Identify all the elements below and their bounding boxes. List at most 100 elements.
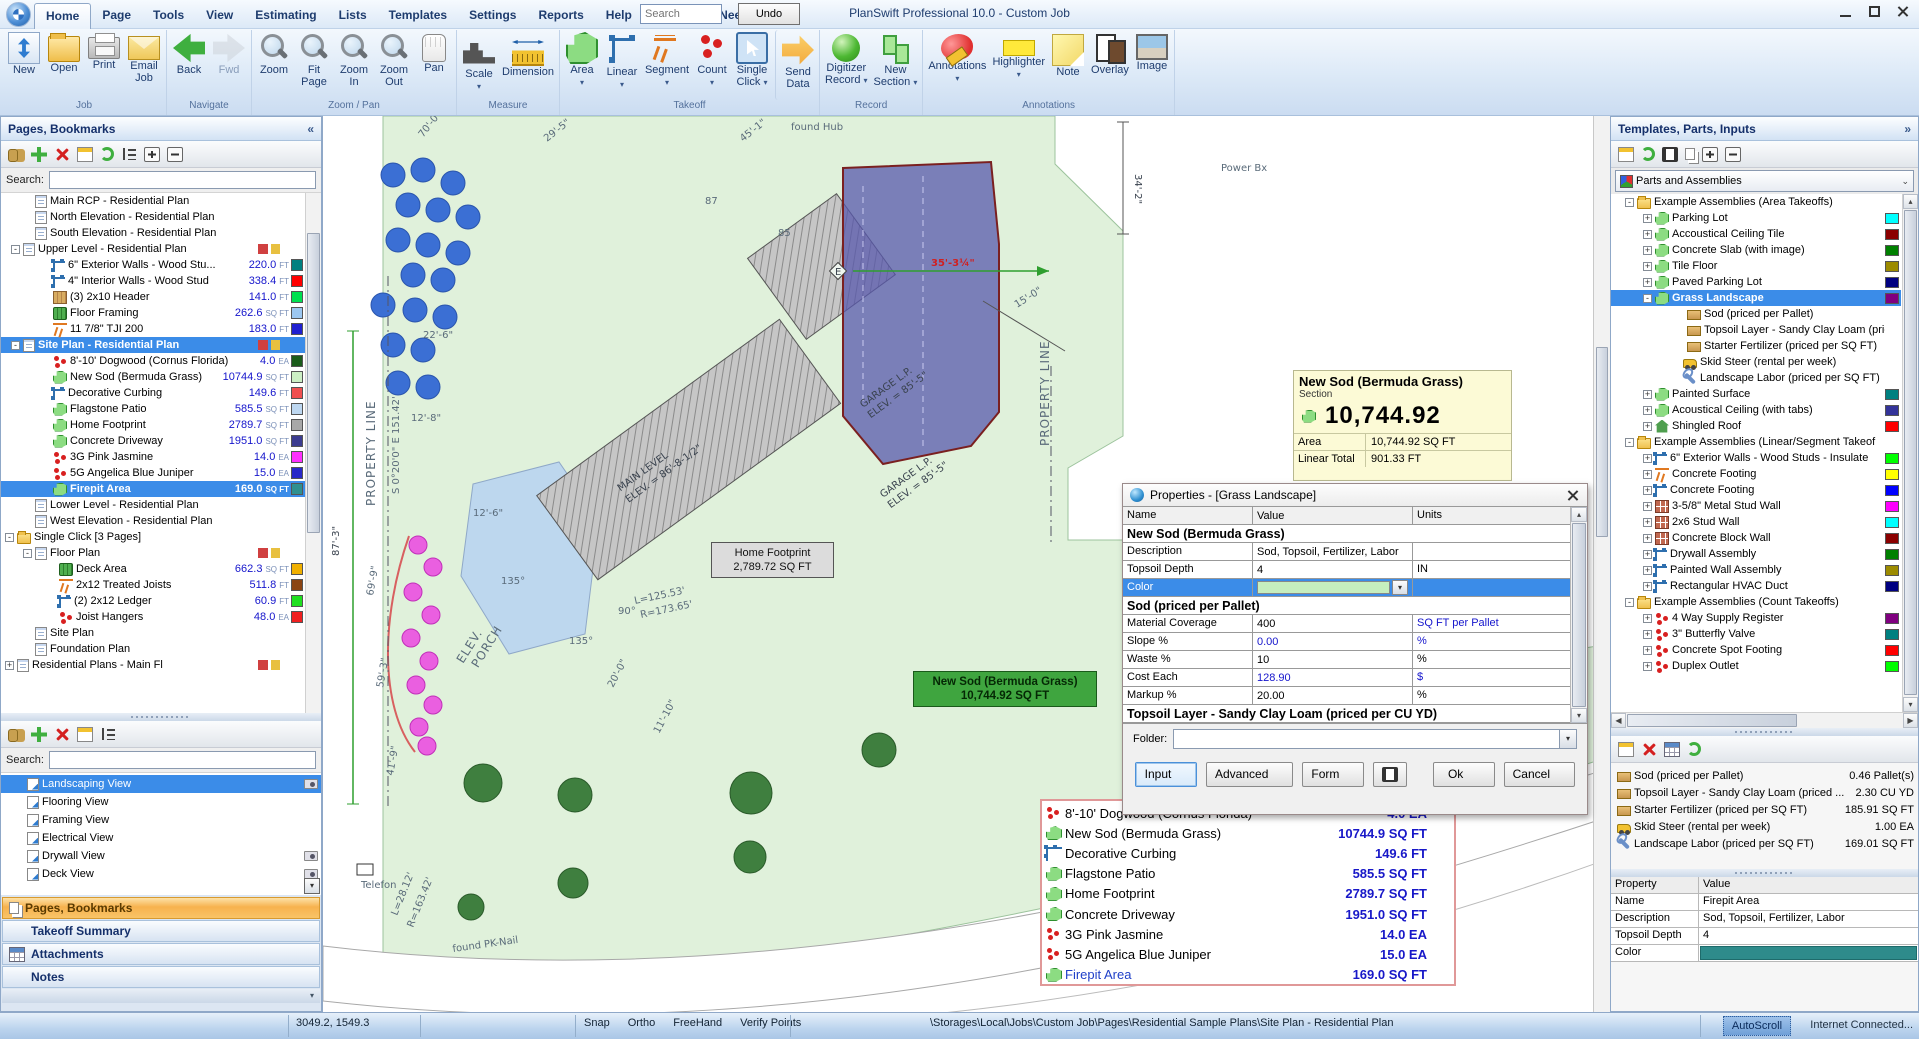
scroll-left-icon[interactable]: ◀ bbox=[1611, 713, 1626, 728]
expander-icon[interactable]: - bbox=[23, 549, 32, 558]
dialog-close-icon[interactable] bbox=[1566, 488, 1580, 502]
property-value[interactable]: 0.00 bbox=[1253, 633, 1413, 650]
color-chip[interactable] bbox=[291, 467, 303, 479]
ribbon-button[interactable]: Overlay bbox=[1088, 30, 1132, 100]
expander-icon[interactable]: + bbox=[1643, 614, 1652, 623]
tree-item[interactable]: Main RCP - Residential Plan bbox=[1, 193, 305, 209]
expander-icon[interactable]: + bbox=[5, 661, 14, 670]
toolbar-icon[interactable] bbox=[1641, 742, 1657, 757]
folder-combobox[interactable]: ▾ bbox=[1173, 729, 1577, 749]
color-chip[interactable] bbox=[291, 323, 303, 335]
tree-item[interactable]: - Example Assemblies (Count Takeoffs) bbox=[1611, 594, 1901, 610]
dialog-button[interactable]: Advanced bbox=[1206, 762, 1293, 787]
tree-item[interactable]: (2) 2x12 Ledger 60.9 FT bbox=[1, 593, 305, 609]
expander-icon[interactable]: - bbox=[5, 533, 14, 542]
bookmark-flags-icon[interactable] bbox=[258, 660, 282, 670]
toolbar-icon[interactable] bbox=[1687, 742, 1701, 756]
color-chip[interactable] bbox=[291, 435, 303, 447]
tree-item[interactable]: Landscape Labor (priced per SQ FT) bbox=[1611, 370, 1901, 386]
legend-row[interactable]: Firepit Area 169.0 SQ FT bbox=[1046, 965, 1450, 985]
dialog-button[interactable]: Ok bbox=[1433, 762, 1495, 787]
stack-panel-button[interactable]: Attachments bbox=[2, 943, 320, 965]
tree-item[interactable]: + Acoustical Ceiling (with tabs) bbox=[1611, 402, 1901, 418]
tree-item[interactable]: + Drywall Assembly bbox=[1611, 546, 1901, 562]
tree-item[interactable]: + Painted Surface bbox=[1611, 386, 1901, 402]
color-chip[interactable] bbox=[1885, 581, 1899, 592]
tree-item[interactable]: - Grass Landscape bbox=[1611, 290, 1901, 306]
tree-item[interactable]: Joist Hangers 48.0 EA bbox=[1, 609, 305, 625]
legend-row[interactable]: New Sod (Bermuda Grass) 10744.9 SQ FT bbox=[1046, 823, 1450, 843]
property-value[interactable]: 128.90 bbox=[1253, 669, 1413, 686]
legend-row[interactable]: Concrete Driveway 1951.0 SQ FT bbox=[1046, 904, 1450, 924]
tree-item[interactable]: + Tile Floor bbox=[1611, 258, 1901, 274]
color-chip[interactable] bbox=[1885, 277, 1899, 288]
color-chip[interactable] bbox=[1885, 517, 1899, 528]
expander-icon[interactable]: + bbox=[1643, 534, 1652, 543]
property-value[interactable]: 20.00 bbox=[1253, 687, 1413, 704]
tree-item[interactable]: + Parking Lot bbox=[1611, 210, 1901, 226]
tree-item[interactable]: Floor Framing 262.6 SQ FT bbox=[1, 305, 305, 321]
tree-item[interactable]: Site Plan bbox=[1, 625, 305, 641]
menu-tab[interactable]: Home bbox=[34, 3, 91, 29]
swatch-dropdown-icon[interactable]: ▾ bbox=[1392, 580, 1408, 595]
ribbon-button[interactable]: Open bbox=[44, 30, 84, 100]
toolbar-icon[interactable] bbox=[1664, 742, 1680, 757]
toolbar-icon[interactable] bbox=[121, 147, 137, 162]
tree-item[interactable]: + Concrete Block Wall bbox=[1611, 530, 1901, 546]
color-chip[interactable] bbox=[1885, 565, 1899, 576]
tree-item[interactable]: + Concrete Footing bbox=[1611, 482, 1901, 498]
expander-icon[interactable]: + bbox=[1643, 550, 1652, 559]
tree-item[interactable]: + Concrete Slab (with image) bbox=[1611, 242, 1901, 258]
color-chip[interactable] bbox=[291, 371, 303, 383]
dialog-title-bar[interactable]: Properties - [Grass Landscape] bbox=[1123, 484, 1587, 506]
toolbar-icon[interactable] bbox=[54, 147, 70, 162]
ribbon-button[interactable]: FitPage bbox=[294, 30, 334, 100]
ribbon-button[interactable]: SingleClick ▾ bbox=[732, 30, 772, 100]
undo-button[interactable]: Undo bbox=[738, 3, 800, 25]
mode-toggle[interactable]: Verify Points bbox=[740, 1017, 801, 1029]
ribbon-button[interactable]: SendData bbox=[775, 30, 817, 100]
collapse-panel-icon[interactable]: « bbox=[307, 122, 314, 136]
tree-item[interactable]: - Example Assemblies (Area Takeoffs) bbox=[1611, 194, 1901, 210]
panel-splitter[interactable] bbox=[1611, 869, 1918, 877]
ribbon-button[interactable]: ZoomOut bbox=[374, 30, 414, 100]
expander-icon[interactable]: + bbox=[1643, 262, 1652, 271]
expander-icon[interactable]: - bbox=[1625, 198, 1634, 207]
color-chip[interactable] bbox=[1885, 485, 1899, 496]
toolbar-icon[interactable] bbox=[31, 727, 47, 742]
tree-item[interactable]: Decorative Curbing 149.6 FT bbox=[1, 385, 305, 401]
expander-icon[interactable]: + bbox=[1643, 502, 1652, 511]
property-grid-row[interactable]: Name Firepit Area bbox=[1611, 894, 1918, 911]
toolbar-icon[interactable] bbox=[1685, 148, 1695, 160]
panel-splitter[interactable] bbox=[1, 713, 321, 721]
ribbon-button[interactable]: Area ▾ bbox=[562, 30, 602, 100]
minimize-button[interactable] bbox=[1838, 5, 1853, 18]
property-value[interactable]: Sod, Topsoil, Fertilizer, Labor bbox=[1699, 911, 1918, 927]
tree-item[interactable]: + Paved Parking Lot bbox=[1611, 274, 1901, 290]
color-chip[interactable] bbox=[1885, 469, 1899, 480]
toolbar-icon[interactable] bbox=[100, 147, 114, 161]
color-chip[interactable] bbox=[291, 595, 303, 607]
app-logo-icon[interactable] bbox=[6, 2, 31, 27]
expander-icon[interactable]: + bbox=[1643, 246, 1652, 255]
color-chip[interactable] bbox=[1885, 229, 1899, 240]
property-value[interactable]: 10 bbox=[1253, 651, 1413, 668]
toolbar-icon[interactable] bbox=[1725, 147, 1741, 162]
color-chip[interactable] bbox=[291, 355, 303, 367]
color-chip[interactable] bbox=[291, 483, 303, 495]
property-value[interactable]: Firepit Area bbox=[1699, 894, 1918, 910]
ribbon-button[interactable]: Dimension bbox=[499, 30, 557, 100]
color-chip[interactable] bbox=[1885, 421, 1899, 432]
property-value[interactable]: 4 bbox=[1253, 561, 1413, 578]
dialog-property-row[interactable]: Description Sod, Topsoil, Fertilizer, La… bbox=[1123, 543, 1570, 561]
ribbon-button[interactable]: Annotations ▾ bbox=[925, 30, 989, 100]
property-value[interactable]: 4 bbox=[1699, 928, 1918, 944]
toolbar-icon[interactable] bbox=[1618, 147, 1634, 162]
expander-icon[interactable]: + bbox=[1643, 630, 1652, 639]
pages-tree-scrollbar[interactable] bbox=[305, 193, 321, 713]
toolbar-icon[interactable] bbox=[54, 727, 70, 742]
menu-tab[interactable]: Help bbox=[595, 3, 643, 29]
toolbar-icon[interactable] bbox=[167, 147, 183, 162]
menu-tab[interactable]: Estimating bbox=[244, 3, 327, 29]
color-chip[interactable] bbox=[1885, 501, 1899, 512]
